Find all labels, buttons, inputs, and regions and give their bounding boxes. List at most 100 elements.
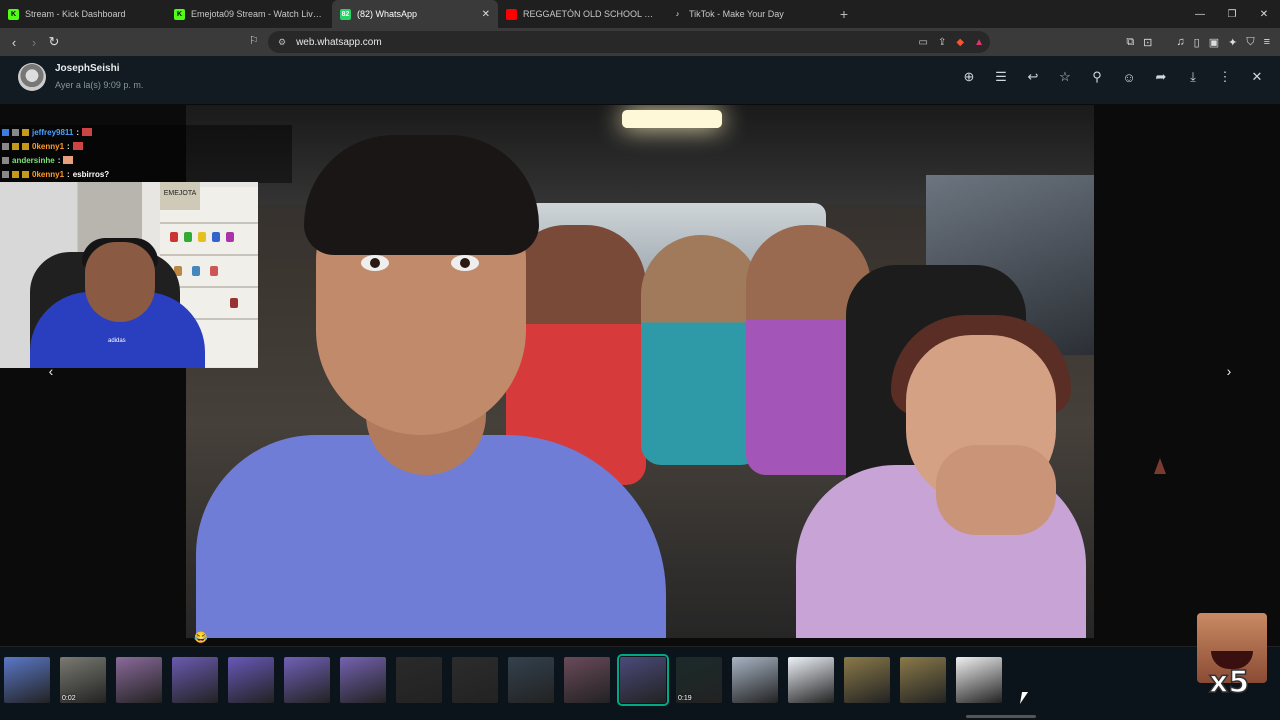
chat-username: jeffrey9811 bbox=[32, 127, 74, 137]
chat-message: 0kenny1 : esbirros? bbox=[0, 167, 292, 181]
avatar[interactable] bbox=[18, 63, 46, 91]
video-duration: 0:19 bbox=[678, 695, 692, 702]
url-text: web.whatsapp.com bbox=[296, 36, 382, 48]
close-window-icon[interactable]: ✕ bbox=[1248, 0, 1280, 28]
forward-icon[interactable]: › bbox=[24, 28, 44, 56]
tab-title: Stream - Kick Dashboard bbox=[25, 9, 126, 19]
media-thumbnail[interactable] bbox=[900, 657, 946, 703]
media-filmstrip: 0:02 0:19 bbox=[0, 646, 1280, 720]
media-thumbnail[interactable] bbox=[116, 657, 162, 703]
leo-ai-icon[interactable]: ✦ bbox=[1228, 36, 1237, 49]
media-thumbnail[interactable] bbox=[452, 657, 498, 703]
share-icon[interactable]: ⇪ bbox=[938, 37, 946, 48]
more-icon[interactable]: ⋮ bbox=[1216, 66, 1234, 88]
stream-chat-overlay: jeffrey9811 : 0kenny1 : andersinhe : 0ke… bbox=[0, 125, 292, 183]
youtube-icon bbox=[506, 8, 517, 20]
kick-icon: K bbox=[8, 8, 19, 20]
screenshot-icon[interactable]: ⊡ bbox=[1143, 36, 1152, 49]
menu-icon[interactable]: ≡ bbox=[1264, 36, 1270, 48]
browser-tab[interactable]: K Emejota09 Stream - Watch Live o bbox=[166, 0, 332, 28]
pin-icon[interactable]: ⚲ bbox=[1088, 66, 1106, 88]
media-thumbnail[interactable] bbox=[228, 657, 274, 703]
extensions-icon[interactable]: ⧉ bbox=[1126, 36, 1134, 49]
download-icon[interactable]: ⤓ bbox=[1184, 66, 1202, 88]
bookmark-icon[interactable]: ⚐ bbox=[249, 34, 259, 47]
browser-tab[interactable]: REGGAETÓN OLD SCHOOL 🔥 ENGA bbox=[498, 0, 664, 28]
close-icon[interactable]: ✕ bbox=[1248, 66, 1266, 88]
caption-icon[interactable]: ☰ bbox=[992, 66, 1010, 88]
sender-name: JosephSeishi bbox=[55, 63, 120, 74]
tab-title: Emejota09 Stream - Watch Live o bbox=[191, 9, 324, 19]
sidebar-icon[interactable]: ▯ bbox=[1194, 36, 1200, 49]
media-icon[interactable]: ♫ bbox=[1176, 36, 1184, 48]
media-thumbnail[interactable] bbox=[4, 657, 50, 703]
chat-emote bbox=[82, 128, 93, 136]
message-timestamp: Ayer a la(s) 9:09 p. m. bbox=[55, 80, 144, 90]
next-media-icon[interactable]: › bbox=[1218, 360, 1240, 382]
reply-icon[interactable]: ↩ bbox=[1024, 66, 1042, 88]
media-thumbnail[interactable]: 0:02 bbox=[60, 657, 106, 703]
media-thumbnail[interactable] bbox=[172, 657, 218, 703]
forward-icon[interactable]: ➦ bbox=[1152, 66, 1170, 88]
media-thumbnail[interactable]: 0:19 bbox=[676, 657, 722, 703]
media-thumbnail[interactable] bbox=[564, 657, 610, 703]
tiktok-icon: ♪ bbox=[672, 8, 683, 20]
sticker-multiplier: x5 bbox=[1208, 664, 1250, 701]
tab-title: REGGAETÓN OLD SCHOOL 🔥 ENGA bbox=[523, 8, 656, 19]
chat-text: esbirros? bbox=[72, 169, 110, 179]
new-tab-button[interactable]: + bbox=[830, 0, 858, 28]
chat-message: 0kenny1 : bbox=[0, 139, 292, 153]
filmstrip-scrollbar[interactable] bbox=[966, 715, 1036, 718]
media-thumbnail[interactable] bbox=[508, 657, 554, 703]
media-thumbnail[interactable] bbox=[844, 657, 890, 703]
media-image bbox=[186, 105, 1094, 638]
minimize-icon[interactable]: — bbox=[1184, 0, 1216, 28]
site-info-icon[interactable]: ⚙ bbox=[278, 37, 286, 48]
back-icon[interactable]: ‹ bbox=[4, 28, 24, 56]
chat-emote bbox=[72, 142, 83, 150]
browser-tab[interactable]: ♪ TikTok - Make Your Day bbox=[664, 0, 830, 28]
reaction-emoji[interactable]: 😂 bbox=[194, 631, 208, 644]
media-thumbnail[interactable] bbox=[617, 654, 669, 706]
chat-username: 0kenny1 bbox=[32, 141, 65, 151]
close-tab-icon[interactable]: ✕ bbox=[482, 9, 490, 20]
star-icon[interactable]: ☆ bbox=[1056, 66, 1074, 88]
chat-message: andersinhe : bbox=[0, 153, 292, 167]
brave-shield-icon[interactable]: ◆ bbox=[956, 37, 964, 48]
media-thumbnail[interactable] bbox=[956, 657, 1002, 703]
browser-tab[interactable]: 82 (82) WhatsApp ✕ bbox=[332, 0, 498, 28]
tab-title: TikTok - Make Your Day bbox=[689, 9, 784, 19]
brave-rewards-icon[interactable]: ▲ bbox=[974, 37, 984, 48]
media-thumbnail[interactable] bbox=[396, 657, 442, 703]
media-thumbnail[interactable] bbox=[284, 657, 330, 703]
address-bar[interactable]: ⚙ web.whatsapp.com bbox=[268, 31, 990, 53]
reload-icon[interactable]: ↻ bbox=[44, 28, 64, 56]
media-thumbnail[interactable] bbox=[788, 657, 834, 703]
sticker-overlay: x5 bbox=[1197, 613, 1267, 701]
media-viewer-header: JosephSeishi Ayer a la(s) 9:09 p. m. ⊕ ☰… bbox=[0, 56, 1280, 104]
whatsapp-icon: 82 bbox=[340, 8, 351, 20]
chat-username: andersinhe bbox=[12, 155, 55, 165]
traffic-cone-image bbox=[1154, 458, 1166, 474]
streamer-webcam: EMEJOTA adidas bbox=[0, 182, 258, 368]
restore-icon[interactable]: ❐ bbox=[1216, 0, 1248, 28]
room-sign: EMEJOTA bbox=[160, 182, 200, 210]
media-thumbnail[interactable] bbox=[340, 657, 386, 703]
kick-icon: K bbox=[174, 8, 185, 20]
shirt-logo: adidas bbox=[108, 338, 126, 344]
emoji-icon[interactable]: ☺ bbox=[1120, 66, 1138, 88]
wallet-icon[interactable]: ▣ bbox=[1209, 36, 1219, 49]
tab-title: (82) WhatsApp bbox=[357, 9, 418, 19]
chat-username: 0kenny1 bbox=[32, 169, 65, 179]
browser-tab[interactable]: K Stream - Kick Dashboard bbox=[0, 0, 166, 28]
zoom-in-icon[interactable]: ⊕ bbox=[960, 66, 978, 88]
cast-icon[interactable]: ▭ bbox=[919, 37, 928, 48]
vpn-icon[interactable]: ⛉ bbox=[1246, 36, 1254, 49]
video-duration: 0:02 bbox=[62, 695, 76, 702]
browser-toolbar: ‹ › ↻ ⚐ ⚙ web.whatsapp.com ▭ ⇪ ◆ ▲ ⧉ ⊡ ♫… bbox=[0, 28, 1280, 56]
chat-message: jeffrey9811 : bbox=[0, 125, 292, 139]
media-thumbnail[interactable] bbox=[732, 657, 778, 703]
browser-tab-bar: K Stream - Kick Dashboard K Emejota09 Strea… bbox=[0, 0, 1280, 28]
chat-emote bbox=[63, 156, 74, 164]
viewer-toolbar: ⊕ ☰ ↩ ☆ ⚲ ☺ ➦ ⤓ ⋮ ✕ bbox=[960, 66, 1266, 88]
